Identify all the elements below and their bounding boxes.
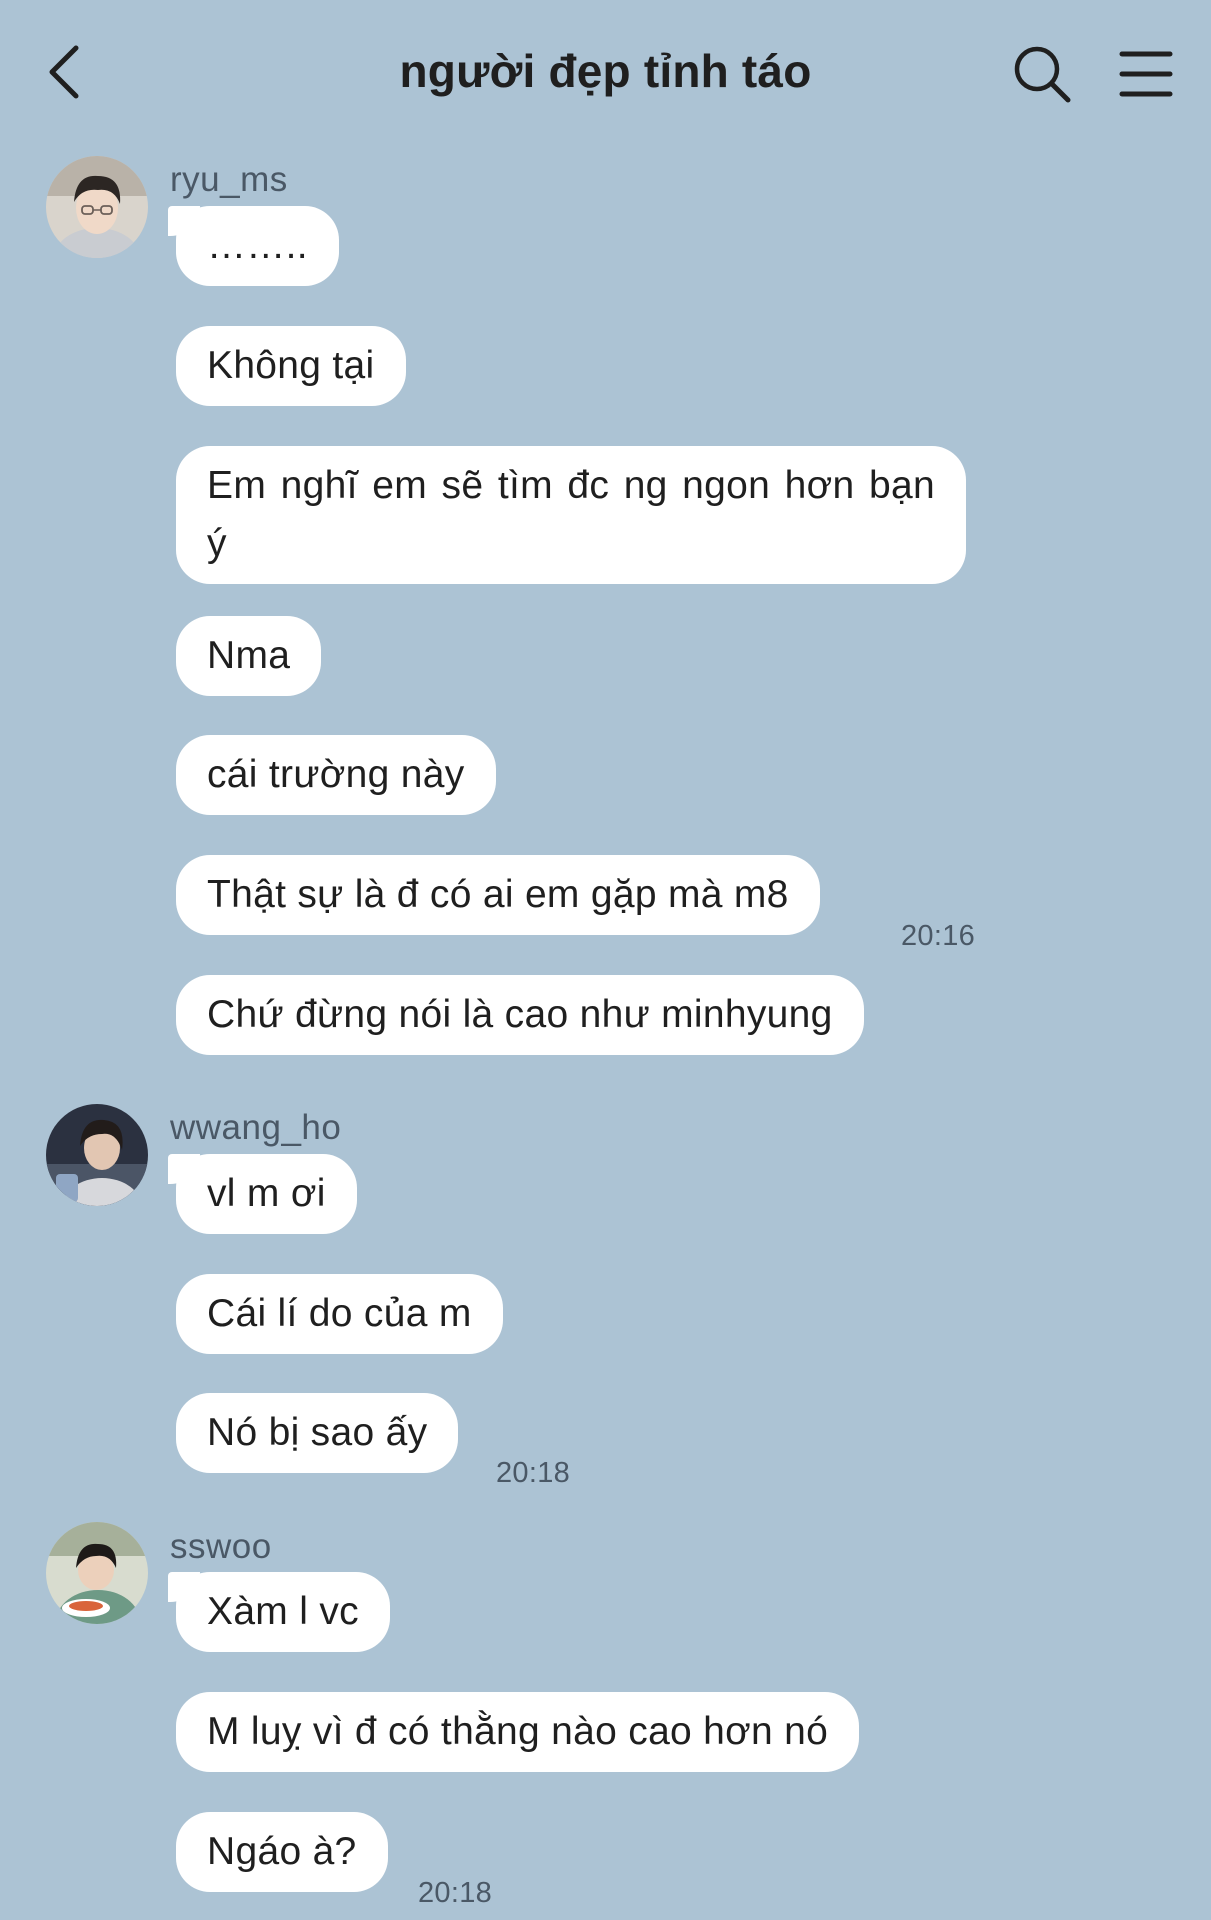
message-bubble[interactable]: Nó bị sao ấy bbox=[176, 1393, 459, 1473]
message-time: 20:18 bbox=[418, 1877, 493, 1909]
sender-name: wwang_ho bbox=[170, 1108, 342, 1147]
message-bubble[interactable]: …….. bbox=[168, 206, 339, 286]
avatar-ryu-ms[interactable] bbox=[46, 156, 148, 258]
message-bubble[interactable]: Nma bbox=[176, 616, 322, 696]
message-bubble[interactable]: M luỵ vì đ có thằng nào cao hơn nó bbox=[176, 1692, 860, 1772]
message-time: 20:18 bbox=[496, 1457, 571, 1489]
message-bubble[interactable]: Không tại bbox=[176, 326, 406, 406]
message-bubble[interactable]: Xàm l vc bbox=[168, 1572, 390, 1652]
search-icon bbox=[1014, 46, 1071, 103]
message-bubble[interactable]: cái trường này bbox=[176, 735, 496, 815]
sender-name: ryu_ms bbox=[170, 160, 288, 199]
message-bubble[interactable]: Chứ đừng nói là cao như minhyung bbox=[176, 975, 864, 1055]
chat-header: người đẹp tỉnh táo bbox=[0, 0, 1211, 140]
message-bubble[interactable]: Thật sự là đ có ai em gặp mà m8 bbox=[176, 855, 820, 935]
menu-icon bbox=[1119, 51, 1173, 97]
message-bubble[interactable]: Cái lí do của m bbox=[176, 1274, 503, 1354]
message-bubble[interactable]: Em nghĩ em sẽ tìm đc ng ngon hơn bạn ý bbox=[176, 446, 966, 584]
message-bubble[interactable]: vl m ơi bbox=[168, 1154, 357, 1234]
search-button[interactable] bbox=[1012, 44, 1072, 104]
message-time: 20:16 bbox=[901, 920, 976, 952]
menu-button[interactable] bbox=[1118, 46, 1174, 102]
message-bubble[interactable]: Ngáo à? bbox=[176, 1812, 388, 1892]
sender-name: sswoo bbox=[170, 1527, 272, 1566]
avatar-wwang-ho[interactable] bbox=[46, 1104, 148, 1206]
avatar-sswoo[interactable] bbox=[46, 1522, 148, 1624]
